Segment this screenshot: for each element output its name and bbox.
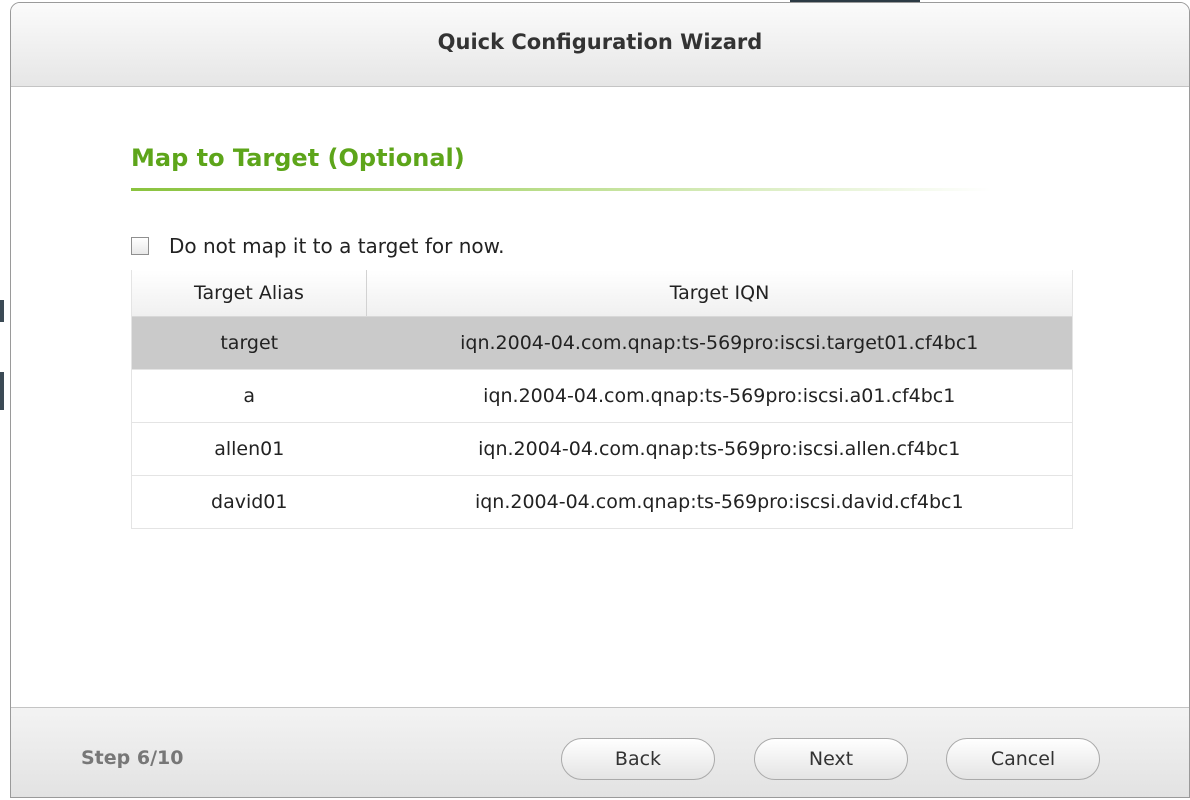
target-alias-cell: target bbox=[132, 316, 367, 370]
table-row[interactable]: allen01 iqn.2004-04.com.qnap:ts-569pro:is… bbox=[132, 422, 1072, 476]
next-button[interactable]: Next bbox=[754, 738, 908, 780]
no-map-checkbox[interactable] bbox=[131, 237, 149, 255]
no-map-option[interactable]: Do not map it to a target for now. bbox=[131, 233, 505, 259]
cancel-button[interactable]: Cancel bbox=[946, 738, 1100, 780]
target-iqn-cell: iqn.2004-04.com.qnap:ts-569pro:iscsi.dav… bbox=[474, 491, 964, 513]
dialog-titlebar[interactable]: Quick Configuration Wizard bbox=[11, 3, 1189, 87]
target-alias-cell: david01 bbox=[211, 491, 288, 513]
background-window-mark bbox=[0, 372, 4, 410]
section-divider bbox=[131, 188, 991, 191]
table-row[interactable]: david01 iqn.2004-04.com.qnap:ts-569pro:is… bbox=[132, 476, 1072, 529]
step-indicator: Step 6/10 bbox=[81, 747, 184, 769]
table-row[interactable]: target iqn.2004-04.com.qnap:ts-569pro:isc… bbox=[132, 316, 1072, 370]
dialog-title: Quick Configuration Wizard bbox=[437, 30, 763, 54]
section-title: Map to Target (Optional) bbox=[131, 144, 465, 172]
target-iqn-cell: iqn.2004-04.com.qnap:ts-569pro:iscsi.tar… bbox=[366, 316, 1072, 370]
back-button[interactable]: Back bbox=[561, 738, 715, 780]
no-map-checkbox-label[interactable]: Do not map it to a target for now. bbox=[169, 234, 505, 258]
target-table: Target Alias Target IQN target iqn.2004-0… bbox=[131, 270, 1073, 529]
table-row[interactable]: a iqn.2004-04.com.qnap:ts-569pro:iscsi.a0… bbox=[132, 369, 1072, 423]
wizard-dialog: Quick Configuration Wizard Map to Target… bbox=[10, 2, 1190, 798]
dialog-footer: Step 6/10 Back Next Cancel bbox=[11, 707, 1189, 797]
column-header-target-alias[interactable]: Target Alias bbox=[132, 270, 367, 317]
screen: Quick Configuration Wizard Map to Target… bbox=[0, 0, 1190, 800]
target-alias-cell: a bbox=[132, 369, 367, 423]
target-iqn-cell: iqn.2004-04.com.qnap:ts-569pro:iscsi.all… bbox=[366, 422, 1072, 476]
table-header-row: Target Alias Target IQN bbox=[132, 270, 1072, 317]
table-body: target iqn.2004-04.com.qnap:ts-569pro:isc… bbox=[132, 316, 1072, 529]
column-header-target-iqn[interactable]: Target IQN bbox=[366, 270, 1072, 317]
background-window-mark bbox=[0, 300, 4, 322]
target-alias-cell: allen01 bbox=[132, 422, 367, 476]
target-iqn-cell: iqn.2004-04.com.qnap:ts-569pro:iscsi.a01… bbox=[366, 369, 1072, 423]
